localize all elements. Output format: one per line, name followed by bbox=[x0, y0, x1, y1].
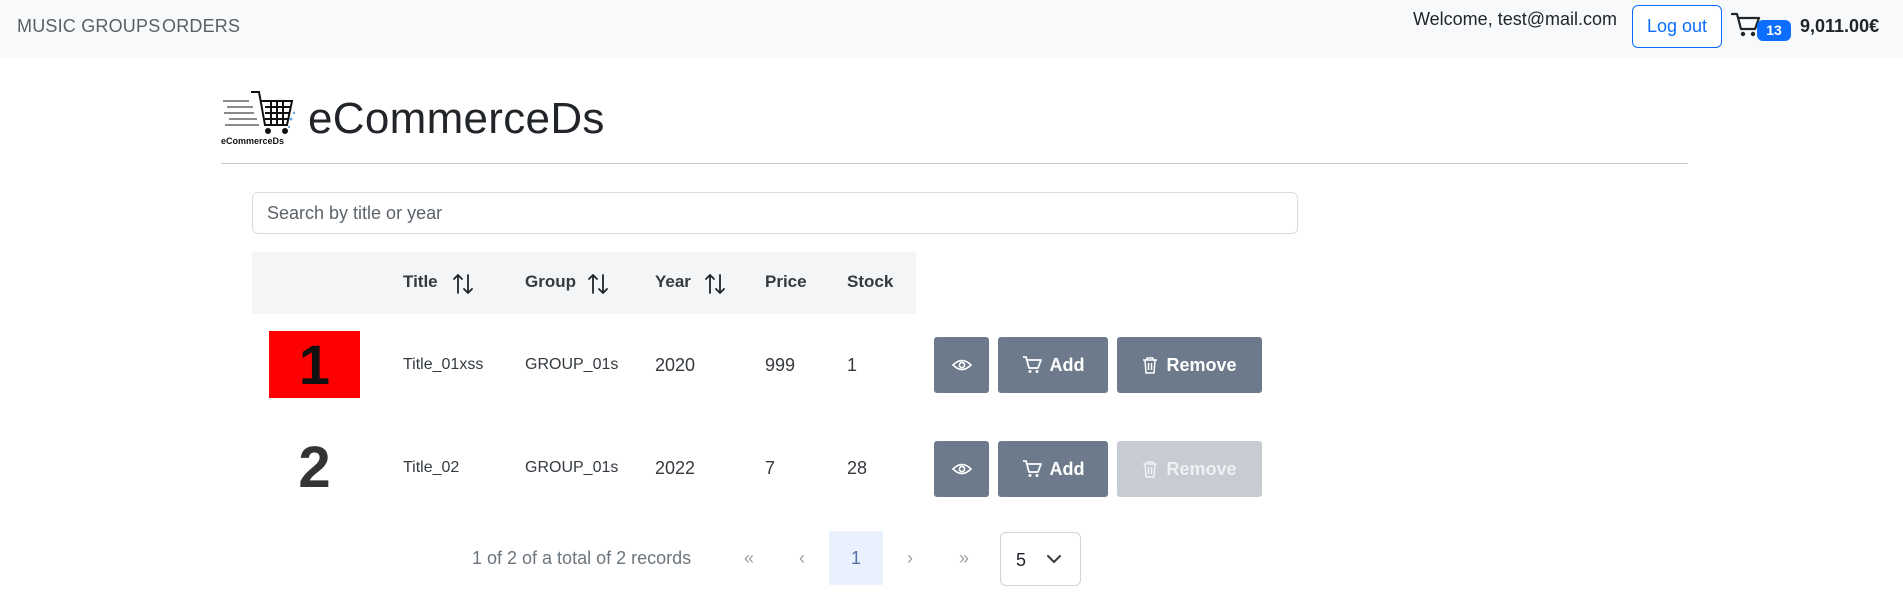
welcome-text: Welcome, test@mail.com bbox=[1413, 9, 1617, 29]
row-group: GROUP_01s bbox=[525, 356, 619, 373]
row-year: 2022 bbox=[655, 458, 696, 478]
next-page-button[interactable]: › bbox=[883, 531, 937, 585]
row-title: Title_02 bbox=[403, 459, 460, 476]
view-button[interactable] bbox=[934, 441, 989, 497]
page-title: eCommerceDs bbox=[308, 94, 605, 143]
cart-icon bbox=[1022, 460, 1042, 477]
product-image: 1 bbox=[269, 331, 360, 398]
nav-link-orders[interactable]: ORDERS bbox=[162, 16, 240, 37]
view-button[interactable] bbox=[934, 337, 989, 393]
remove-button: Remove bbox=[1117, 441, 1262, 497]
remove-button[interactable]: Remove bbox=[1117, 337, 1262, 393]
pagination-info: 1 of 2 of a total of 2 records bbox=[472, 548, 692, 568]
remove-label: Remove bbox=[1166, 354, 1237, 375]
add-label: Add bbox=[1049, 458, 1085, 479]
chevron-down-icon bbox=[1047, 555, 1061, 563]
shopping-cart-logo-icon: eCommerceDs bbox=[221, 91, 296, 146]
nav-link-music-groups[interactable]: MUSIC GROUPS bbox=[17, 16, 160, 37]
column-header-year[interactable]: Year bbox=[655, 272, 691, 292]
add-to-cart-button[interactable]: Add bbox=[998, 337, 1108, 393]
logout-button[interactable]: Log out bbox=[1632, 5, 1722, 48]
first-page-button[interactable]: « bbox=[722, 531, 776, 585]
cart-total: 9,011.00€ bbox=[1800, 16, 1880, 36]
cart-icon bbox=[1022, 356, 1042, 373]
page-1-button[interactable]: 1 bbox=[829, 531, 883, 585]
page-size-select[interactable]: 5 bbox=[1000, 532, 1081, 586]
add-label: Add bbox=[1049, 354, 1085, 375]
eye-icon bbox=[951, 463, 972, 475]
divider bbox=[221, 163, 1688, 164]
search-input[interactable] bbox=[252, 192, 1298, 234]
sort-title-icon[interactable] bbox=[452, 272, 474, 296]
trash-icon bbox=[1143, 357, 1158, 374]
page-size-value: 5 bbox=[1016, 550, 1027, 570]
row-stock: 28 bbox=[847, 458, 868, 478]
column-header-stock: Stock bbox=[847, 272, 894, 291]
column-header-title[interactable]: Title bbox=[403, 272, 438, 292]
add-to-cart-button[interactable]: Add bbox=[998, 441, 1108, 497]
table-header bbox=[252, 252, 916, 314]
last-page-button[interactable]: » bbox=[937, 531, 991, 585]
row-title: Title_01xss bbox=[403, 356, 484, 373]
row-group: GROUP_01s bbox=[525, 459, 619, 476]
trash-icon bbox=[1143, 461, 1158, 478]
sort-year-icon[interactable] bbox=[704, 272, 726, 296]
column-header-group[interactable]: Group bbox=[525, 272, 576, 292]
row-year: 2020 bbox=[655, 355, 696, 375]
column-header-price: Price bbox=[765, 272, 807, 291]
sort-group-icon[interactable] bbox=[587, 272, 609, 296]
eye-icon bbox=[951, 359, 972, 371]
prev-page-button[interactable]: ‹ bbox=[775, 531, 829, 585]
brand-logo: eCommerceDs bbox=[221, 89, 296, 146]
row-stock: 1 bbox=[847, 355, 858, 375]
top-navbar: MUSIC GROUPS ORDERS Welcome, test@mail.c… bbox=[0, 0, 1903, 58]
remove-label: Remove bbox=[1166, 458, 1237, 479]
brand-logo-text: eCommerceDs bbox=[221, 136, 284, 146]
row-price: 7 bbox=[765, 458, 776, 478]
row-price: 999 bbox=[765, 355, 796, 375]
product-image: 2 bbox=[298, 435, 331, 500]
cart-count-badge: 13 bbox=[1757, 20, 1791, 41]
